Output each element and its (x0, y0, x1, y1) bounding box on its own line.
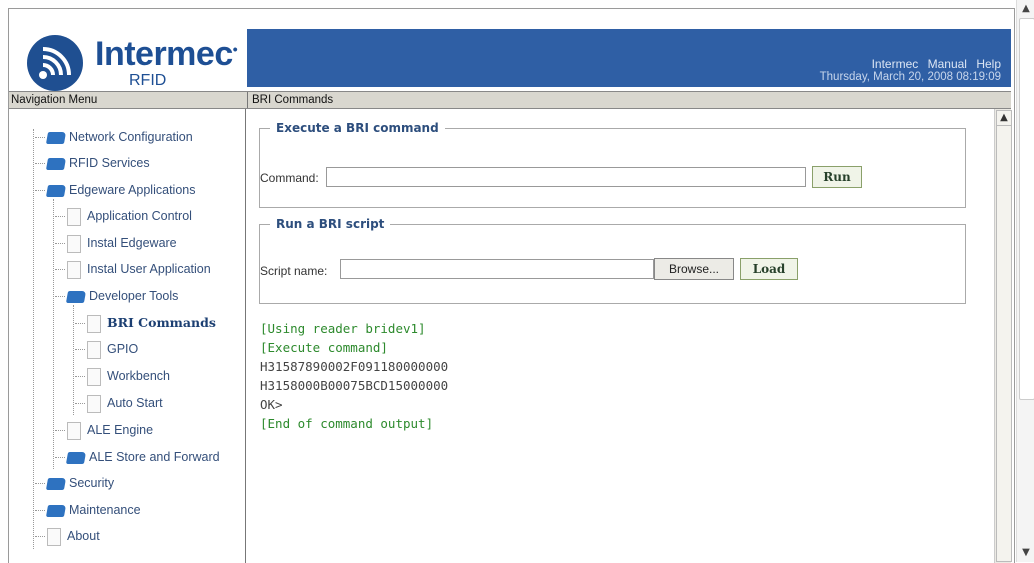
scroll-up-icon[interactable]: ▲ (996, 110, 1012, 126)
nav-item-network-configuration[interactable]: Network Configuration (35, 127, 193, 147)
command-input[interactable] (326, 167, 806, 187)
header: Intermec• RFID Intermec Manual Help Thur… (9, 25, 1011, 91)
command-label: Command: (260, 171, 319, 185)
brand-subtitle: RFID (129, 72, 167, 89)
command-output: [Using reader bridev1] [Execute command]… (260, 319, 448, 433)
header-banner: Intermec Manual Help Thursday, March 20,… (247, 29, 1011, 87)
folder-icon (45, 184, 67, 197)
nav-item-auto-start[interactable]: Auto Start (75, 393, 163, 413)
page-title: BRI Commands (252, 94, 334, 106)
load-button[interactable]: Load (740, 258, 798, 280)
output-line: H3158000B00075BCD15000000 (260, 378, 449, 393)
tree-line (53, 199, 54, 469)
tree-line (33, 129, 34, 549)
content-scrollbar[interactable]: ▲ (994, 109, 1012, 563)
scroll-up-icon[interactable]: ▲ (1019, 2, 1033, 16)
bri-script-legend: Run a BRI script (276, 217, 385, 231)
script-name-input[interactable] (340, 259, 654, 279)
output-line: H31587890002F091180000000 (260, 359, 449, 374)
tree-line (73, 305, 74, 415)
nav-item-developer-tools[interactable]: Developer Tools (55, 286, 178, 306)
folder-icon (45, 131, 67, 144)
nav-item-ale-store-and-forward[interactable]: ALE Store and Forward (55, 447, 220, 467)
output-line: [Using reader bridev1] (260, 321, 426, 336)
document-icon (67, 234, 81, 253)
nav-item-application-control[interactable]: Application Control (55, 206, 192, 226)
nav-item-ale-engine[interactable]: ALE Engine (55, 420, 153, 440)
nav-item-instal-user-application[interactable]: Instal User Application (55, 259, 211, 279)
nav-item-rfid-services[interactable]: RFID Services (35, 153, 150, 173)
nav-title: Navigation Menu (9, 92, 248, 108)
document-icon (87, 367, 101, 386)
document-icon (87, 314, 101, 333)
manual-link[interactable]: Manual (928, 57, 967, 71)
document-icon (67, 421, 81, 440)
document-icon (67, 260, 81, 279)
folder-icon (65, 290, 87, 303)
nav-item-instal-edgeware[interactable]: Instal Edgeware (55, 233, 177, 253)
nav-item-workbench[interactable]: Workbench (75, 366, 170, 386)
document-icon (47, 527, 61, 546)
document-icon (67, 207, 81, 226)
title-bar: Navigation Menu BRI Commands (9, 91, 1011, 109)
output-line: [End of command output] (260, 416, 434, 431)
folder-icon (45, 477, 67, 490)
nav-item-maintenance[interactable]: Maintenance (35, 500, 141, 520)
nav-item-about[interactable]: About (35, 526, 100, 546)
rfid-wave-icon (27, 35, 83, 91)
run-button[interactable]: Run (812, 166, 862, 188)
help-link[interactable]: Help (976, 57, 1001, 71)
brand-name: Intermec• (95, 35, 238, 73)
document-icon (87, 394, 101, 413)
browser-frame: Intermec• RFID Intermec Manual Help Thur… (8, 8, 1015, 563)
browse-button[interactable]: Browse... (654, 258, 734, 280)
scroll-down-icon[interactable]: ▼ (1019, 546, 1033, 560)
folder-icon (45, 504, 67, 517)
output-line: OK> (260, 397, 283, 412)
navigation-menu: Network Configuration RFID Services Edge… (9, 109, 246, 563)
intermec-link[interactable]: Intermec (872, 57, 919, 71)
nav-item-gpio[interactable]: GPIO (75, 339, 138, 359)
nav-item-bri-commands[interactable]: BRI Commands (75, 313, 216, 333)
logo: Intermec• RFID (9, 25, 247, 91)
execute-command-group: Execute a BRI command (259, 121, 966, 208)
execute-command-legend: Execute a BRI command (276, 121, 439, 135)
nav-item-edgeware-applications[interactable]: Edgeware Applications (35, 180, 195, 200)
nav-item-security[interactable]: Security (35, 473, 114, 493)
document-icon (87, 340, 101, 359)
page-scrollbar[interactable]: ▲ ▼ (1016, 0, 1034, 562)
folder-icon (45, 157, 67, 170)
top-links: Intermec Manual Help (866, 57, 1001, 71)
main-content: Execute a BRI command Command: Run Run a… (246, 109, 1012, 563)
output-line: [Execute command] (260, 340, 388, 355)
datetime: Thursday, March 20, 2008 08:19:09 (819, 71, 1001, 83)
scroll-thumb[interactable] (1019, 18, 1034, 400)
folder-icon (65, 451, 87, 464)
script-name-label: Script name: (260, 264, 328, 278)
scroll-thumb[interactable] (996, 125, 1012, 562)
